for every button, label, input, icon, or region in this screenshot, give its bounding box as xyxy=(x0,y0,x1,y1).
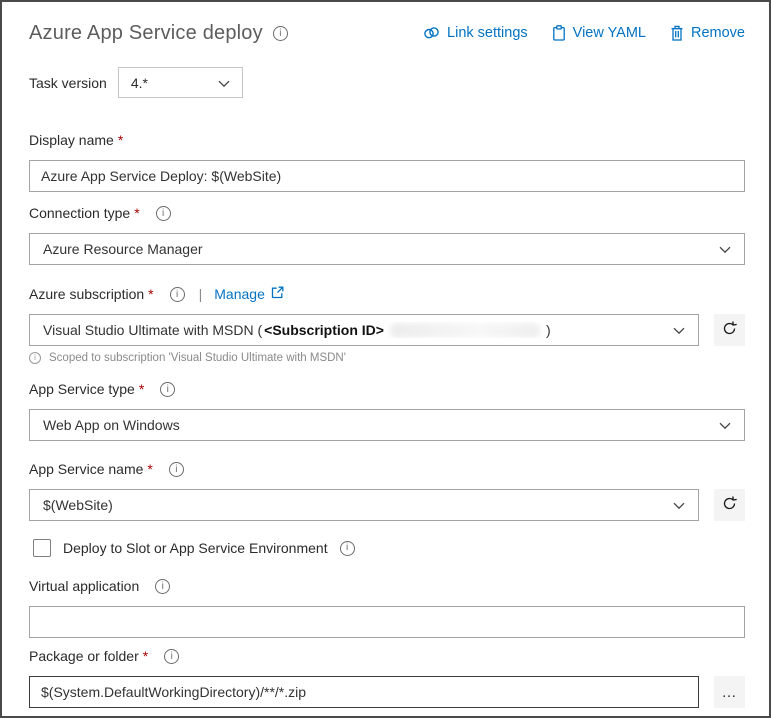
azure-subscription-label: Azure subscription xyxy=(29,286,145,302)
subscription-suffix: ) xyxy=(545,322,551,338)
display-name-label: Display name xyxy=(29,132,114,148)
deploy-to-slot-row: Deploy to Slot or App Service Environmen… xyxy=(33,539,745,557)
azure-subscription-info-icon[interactable] xyxy=(169,287,185,302)
clipboard-icon xyxy=(552,25,566,41)
subscription-scope-hint: Scoped to subscription 'Visual Studio Ul… xyxy=(29,352,745,364)
required-asterisk: * xyxy=(148,286,154,302)
app-service-name-dropdown[interactable]: $(WebSite) xyxy=(29,489,699,521)
app-service-name-label: App Service name xyxy=(29,461,144,477)
package-or-folder-label: Package or folder xyxy=(29,648,139,664)
trash-icon xyxy=(670,25,684,41)
chevron-down-icon xyxy=(673,497,685,513)
subscription-id-placeholder: <Subscription ID> xyxy=(264,322,384,338)
connection-type-label: Connection type xyxy=(29,205,131,221)
manage-label: Manage xyxy=(214,286,265,302)
app-service-name-info-icon[interactable] xyxy=(168,462,184,477)
link-icon xyxy=(423,26,440,40)
connection-type-label-row: Connection type * xyxy=(29,204,745,223)
connection-type-dropdown[interactable]: Azure Resource Manager xyxy=(29,233,745,265)
virtual-application-info-icon[interactable] xyxy=(155,579,171,594)
refresh-subscriptions-button[interactable] xyxy=(714,314,745,346)
connection-type-info-icon[interactable] xyxy=(155,206,171,221)
app-service-type-dropdown[interactable]: Web App on Windows xyxy=(29,409,745,441)
required-asterisk: * xyxy=(134,205,140,221)
header: Azure App Service deploy Link settings xyxy=(29,22,745,45)
deploy-to-slot-checkbox[interactable] xyxy=(33,539,51,557)
page-title: Azure App Service deploy xyxy=(29,22,263,44)
browse-button[interactable]: … xyxy=(714,676,745,708)
app-service-name-value: $(WebSite) xyxy=(43,497,113,513)
view-yaml-button[interactable]: View YAML xyxy=(552,25,646,41)
azure-subscription-label-row: Azure subscription * | Manage xyxy=(29,285,745,304)
virtual-application-label-row: Virtual application xyxy=(29,577,745,596)
deploy-to-slot-info-icon[interactable] xyxy=(339,540,355,556)
package-or-folder-info-icon[interactable] xyxy=(164,649,180,664)
display-name-input[interactable] xyxy=(29,160,745,192)
task-version-dropdown[interactable]: 4.* xyxy=(117,67,243,98)
task-version-value: 4.* xyxy=(130,74,148,91)
app-service-type-label: App Service type xyxy=(29,381,135,397)
package-or-folder-label-row: Package or folder * xyxy=(29,647,745,666)
separator: | xyxy=(198,286,203,302)
virtual-application-label: Virtual application xyxy=(29,578,140,594)
azure-subscription-value: Visual Studio Ultimate with MSDN ( <Subs… xyxy=(43,322,551,338)
required-asterisk: * xyxy=(138,381,145,397)
connection-type-value: Azure Resource Manager xyxy=(43,241,203,257)
view-yaml-label: View YAML xyxy=(572,25,646,41)
azure-subscription-row: Visual Studio Ultimate with MSDN ( <Subs… xyxy=(29,314,745,346)
link-settings-button[interactable]: Link settings xyxy=(423,25,528,41)
task-info-icon[interactable] xyxy=(272,26,288,41)
remove-label: Remove xyxy=(691,25,745,41)
app-service-type-info-icon[interactable] xyxy=(160,382,176,397)
virtual-application-input[interactable] xyxy=(29,606,745,638)
redacted-blur xyxy=(389,322,540,338)
task-version-row: Task version 4.* xyxy=(29,67,745,98)
external-link-icon xyxy=(271,285,284,304)
package-or-folder-row: … xyxy=(29,676,745,708)
refresh-icon xyxy=(721,320,738,341)
required-asterisk: * xyxy=(142,648,149,664)
package-or-folder-input[interactable] xyxy=(29,676,699,708)
app-service-type-label-row: App Service type * xyxy=(29,380,745,399)
chevron-down-icon xyxy=(719,241,731,257)
task-config-panel: Azure App Service deploy Link settings xyxy=(0,0,771,718)
link-settings-label: Link settings xyxy=(447,25,528,41)
header-actions: Link settings View YAML Remove xyxy=(423,22,745,41)
required-asterisk: * xyxy=(147,461,153,477)
info-icon xyxy=(29,352,41,364)
chevron-down-icon xyxy=(218,75,230,91)
manage-link[interactable]: Manage xyxy=(214,285,284,304)
refresh-app-services-button[interactable] xyxy=(714,489,745,521)
app-service-name-label-row: App Service name * xyxy=(29,460,745,479)
app-service-name-row: $(WebSite) xyxy=(29,489,745,521)
required-asterisk: * xyxy=(117,132,124,148)
subscription-name: Visual Studio Ultimate with MSDN ( xyxy=(43,322,263,338)
azure-subscription-dropdown[interactable]: Visual Studio Ultimate with MSDN ( <Subs… xyxy=(29,314,699,346)
hint-text: Scoped to subscription 'Visual Studio Ul… xyxy=(49,352,346,364)
chevron-down-icon xyxy=(673,322,685,338)
app-service-type-value: Web App on Windows xyxy=(43,417,180,433)
task-version-label: Task version xyxy=(29,74,107,91)
ellipsis-icon: … xyxy=(721,683,738,701)
remove-button[interactable]: Remove xyxy=(670,25,745,41)
chevron-down-icon xyxy=(719,417,731,433)
refresh-icon xyxy=(721,495,738,516)
deploy-to-slot-label: Deploy to Slot or App Service Environmen… xyxy=(63,540,328,556)
display-name-label-row: Display name * xyxy=(29,131,745,150)
